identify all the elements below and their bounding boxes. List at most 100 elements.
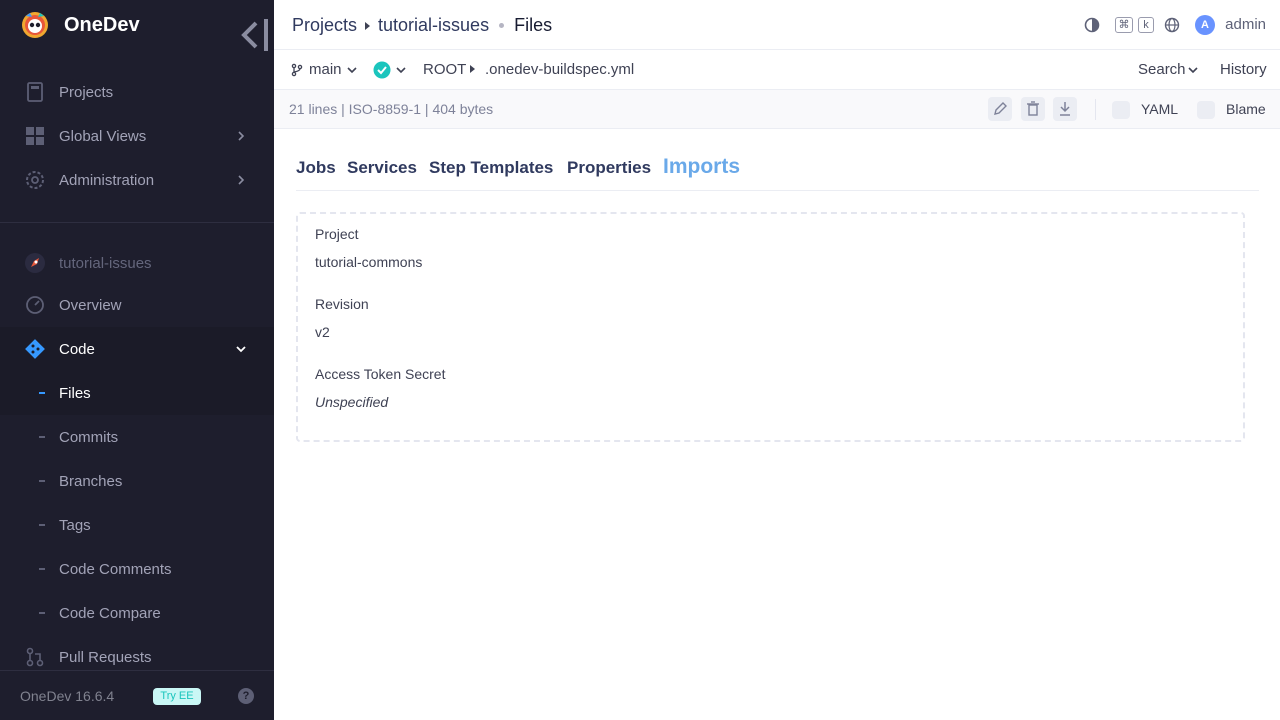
tab-services[interactable]: Services [347,158,417,178]
chevron-right-icon [238,131,245,141]
sidebar-item-commits[interactable]: Commits [0,415,274,459]
tab-step-templates[interactable]: Step Templates [429,158,553,178]
file-summary: 21 lines | ISO-8859-1 | 404 bytes [289,101,494,117]
build-success-icon[interactable] [373,61,391,79]
version-label: OneDev 16.6.4 [20,687,115,704]
sidebar-item-tags[interactable]: Tags [0,503,274,547]
sidebar-item-branches[interactable]: Branches [0,459,274,503]
branch-selector[interactable]: main [309,61,342,78]
breadcrumb: Projects tutorial-issues Files [292,15,552,36]
chevron-down-icon[interactable] [346,64,358,76]
pull-request-icon [26,647,44,667]
sidebar-item-code-compare[interactable]: Code Compare [0,591,274,635]
theme-toggle-icon[interactable] [1084,17,1100,33]
dashboard-icon [26,296,44,314]
sidebar-footer: OneDev 16.6.4 Try EE ? [0,670,274,720]
blame-checkbox[interactable] [1197,101,1215,119]
projects-icon [27,82,43,102]
sidebar-item-label: Commits [59,428,119,446]
download-icon [1060,102,1070,116]
sidebar-item-administration[interactable]: Administration [0,158,274,202]
yaml-label: YAML [1141,101,1179,117]
sidebar-item-label: Code [59,340,95,358]
yaml-checkbox[interactable] [1112,101,1130,119]
tab-imports[interactable]: Imports [663,155,740,179]
sidebar-item-label: Projects [59,83,114,101]
sidebar-item-label: Tags [59,516,91,534]
chevron-right-icon [238,175,245,185]
sidebar-item-label: Global Views [59,127,147,145]
sidebar-item-files[interactable]: Files [0,371,274,415]
user-name[interactable]: admin [1225,16,1266,33]
sidebar: OneDev Projects Global Views Administrat… [0,0,274,720]
caret-right-icon [470,65,475,73]
page-title: Files [514,15,553,35]
project-label: Project [315,226,359,242]
bullet-dash [39,524,45,526]
git-icon [25,339,45,359]
caret-right-icon [365,21,371,30]
gear-icon [26,171,44,189]
blame-label: Blame [1226,101,1266,117]
pencil-icon [994,102,1007,115]
sidebar-item-label: Code Compare [59,604,161,622]
sidebar-item-label: Overview [59,296,122,314]
sidebar-divider [0,222,274,223]
sidebar-item-label: Branches [59,472,123,490]
chevron-down-icon[interactable] [395,64,407,76]
sidebar-item-global-views[interactable]: Global Views [0,114,274,158]
language-globe-icon[interactable] [1164,17,1180,33]
bullet-dash [39,480,45,482]
file-info-bar: 21 lines | ISO-8859-1 | 404 bytes YAML B… [274,90,1280,129]
revision-value: v2 [315,324,330,340]
sidebar-item-label: Administration [59,171,155,189]
sidebar-item-label: Pull Requests [59,648,152,666]
path-file: .onedev-buildspec.yml [485,61,635,78]
path-root[interactable]: ROOT [423,61,466,78]
breadcrumb-projects[interactable]: Projects [292,15,357,36]
tab-jobs[interactable]: Jobs [296,158,336,178]
kbd-cmd[interactable]: ⌘ [1115,17,1133,33]
trash-icon [1027,101,1039,116]
sidebar-item-code[interactable]: Code [0,327,274,371]
try-ee-badge[interactable]: Try EE [153,688,201,705]
token-label: Access Token Secret [315,366,446,382]
revision-label: Revision [315,296,369,312]
edit-button[interactable] [988,97,1012,121]
tab-properties[interactable]: Properties [567,158,651,178]
kbd-k[interactable]: k [1138,17,1154,33]
chevron-down-icon[interactable] [1187,64,1199,76]
import-panel: Project tutorial-commons Revision v2 Acc… [296,212,1245,442]
collapse-sidebar-icon[interactable] [234,13,274,57]
grid-icon [26,127,44,145]
bullet-dash [39,612,45,614]
sidebar-item-label: Files [59,384,91,402]
revision-bar: main ROOT .onedev-buildspec.yml Search H… [274,50,1280,90]
token-value: Unspecified [315,394,389,410]
separator-dot [499,23,505,28]
branch-icon [291,63,303,77]
toolbar-divider [1095,99,1096,120]
project-name: tutorial-issues [59,254,152,272]
sidebar-item-overview[interactable]: Overview [0,283,274,327]
onedev-logo-icon [22,12,48,38]
project-value: tutorial-commons [315,254,423,270]
download-button[interactable] [1053,97,1077,121]
sidebar-item-projects[interactable]: Projects [0,70,274,114]
rocket-icon [25,253,45,273]
help-icon[interactable]: ? [238,688,254,704]
delete-button[interactable] [1021,97,1045,121]
sidebar-item-code-comments[interactable]: Code Comments [0,547,274,591]
buildspec-tabs: Jobs Services Step Templates Properties … [296,150,1259,191]
breadcrumb-project[interactable]: tutorial-issues [378,15,489,36]
topbar: Projects tutorial-issues Files ⌘ k A adm… [274,0,1280,50]
avatar[interactable]: A [1195,15,1215,35]
search-menu[interactable]: Search [1138,61,1186,78]
bullet-dash [39,568,45,570]
brand-name: OneDev [64,13,140,36]
sidebar-project-title[interactable]: tutorial-issues [0,241,274,285]
brand[interactable]: OneDev [0,0,274,50]
history-link[interactable]: History [1220,61,1267,78]
bullet-dash [39,392,45,394]
chevron-down-icon [236,346,246,353]
